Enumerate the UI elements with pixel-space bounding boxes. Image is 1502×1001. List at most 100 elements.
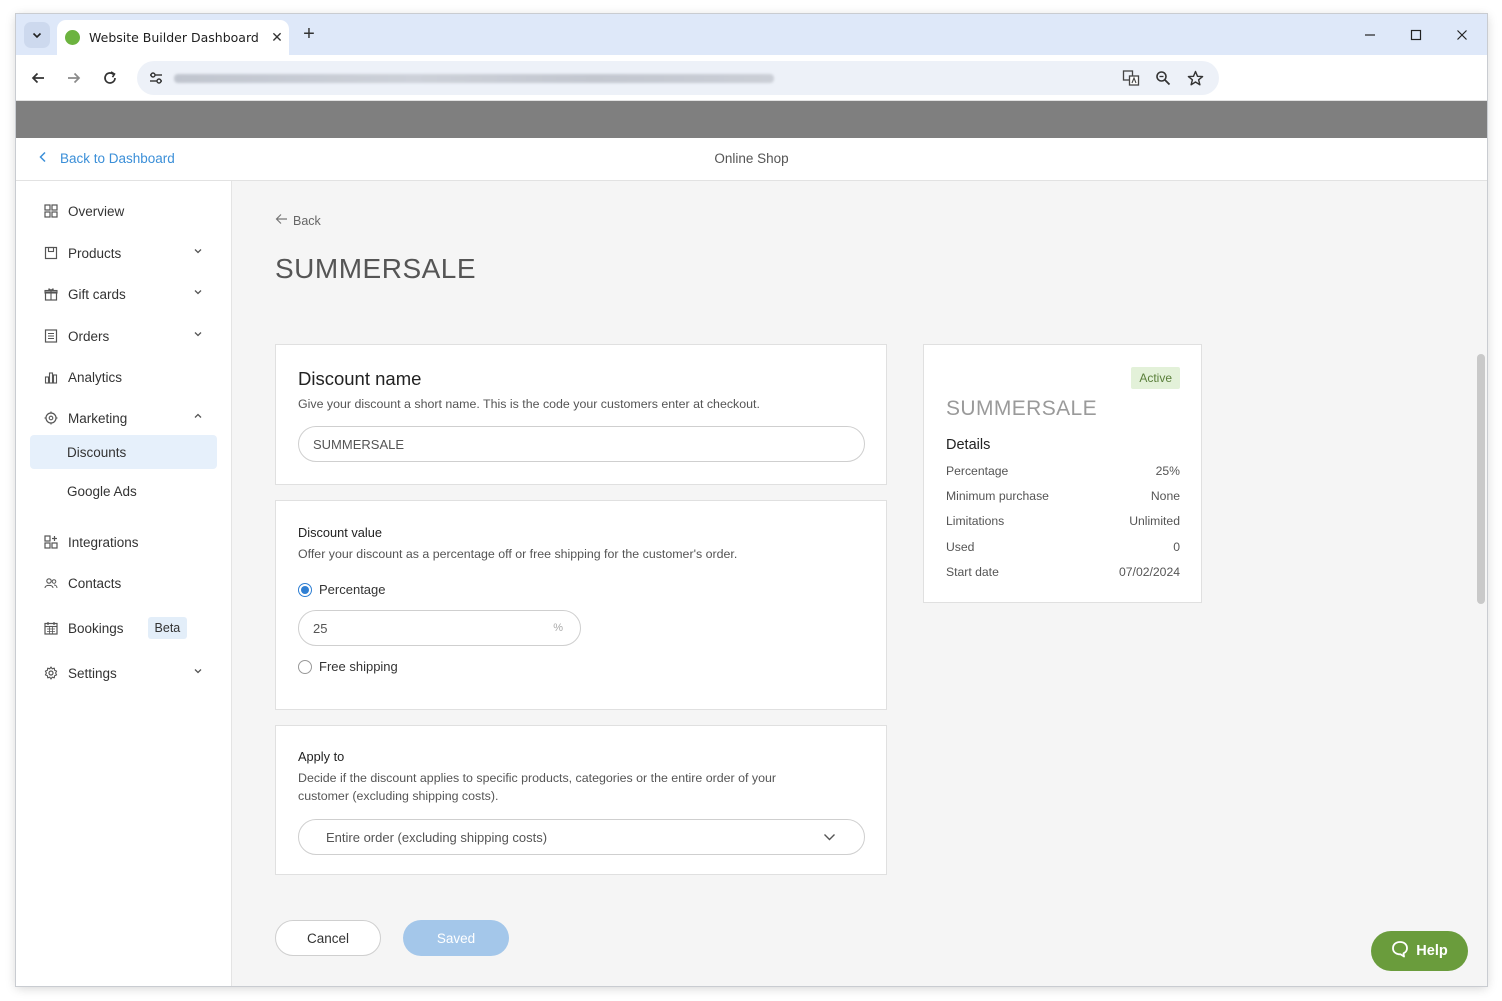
sidebar-item-discounts[interactable]: Discounts bbox=[30, 435, 217, 469]
discount-name-card: Discount name Give your discount a short… bbox=[275, 344, 887, 485]
chevron-down-icon bbox=[193, 666, 203, 679]
free-shipping-radio[interactable]: Free shipping bbox=[298, 659, 398, 674]
tab-close-icon[interactable]: ✕ bbox=[265, 29, 289, 46]
reload-icon bbox=[104, 71, 116, 84]
back-link-label: Back bbox=[293, 213, 321, 228]
summary-row-value: 25% bbox=[1155, 464, 1180, 478]
summary-details-heading: Details bbox=[946, 437, 991, 453]
sidebar-item-marketing[interactable]: Marketing bbox=[30, 401, 217, 435]
sidebar-item-label: Contacts bbox=[68, 575, 122, 591]
plug-icon bbox=[43, 534, 59, 550]
forward-button[interactable] bbox=[60, 64, 88, 92]
summary-row-label: Used bbox=[946, 540, 975, 554]
sidebar-item-label: Gift cards bbox=[68, 286, 126, 302]
status-badge: Active bbox=[1131, 367, 1180, 389]
percentage-radio-label: Percentage bbox=[319, 582, 386, 597]
main-content: Back SUMMERSALE Discount name Give your … bbox=[232, 181, 1487, 986]
shop-title: Online Shop bbox=[714, 151, 789, 166]
sidebar-item-overview[interactable]: Overview bbox=[30, 194, 217, 228]
tab-strip: Website Builder Dashboard ✕ + bbox=[16, 14, 1487, 55]
minimize-icon bbox=[1365, 34, 1375, 36]
summary-row: Percentage 25% bbox=[946, 464, 1180, 478]
help-label: Help bbox=[1416, 943, 1448, 959]
apply-to-description-line2: customer (excluding shipping costs). bbox=[298, 789, 499, 803]
close-window-button[interactable] bbox=[1439, 22, 1485, 48]
radio-unselected-icon bbox=[298, 659, 312, 674]
summary-row-label: Start date bbox=[946, 565, 999, 579]
chart-icon bbox=[43, 369, 59, 385]
summary-row: Used 0 bbox=[946, 540, 1180, 554]
discount-summary-card: Active SUMMERSALE Details Percentage 25%… bbox=[923, 344, 1202, 603]
close-icon bbox=[1457, 30, 1467, 40]
chevron-up-icon bbox=[193, 411, 203, 424]
sidebar-item-bookings[interactable]: Bookings Beta bbox=[30, 611, 217, 645]
sidebar-item-orders[interactable]: Orders bbox=[30, 319, 217, 353]
reload-button[interactable] bbox=[96, 64, 124, 92]
percentage-unit: % bbox=[553, 622, 563, 634]
sidebar-item-label: Orders bbox=[68, 328, 110, 344]
browser-tab[interactable]: Website Builder Dashboard ✕ bbox=[57, 20, 289, 55]
percentage-radio[interactable]: Percentage bbox=[298, 582, 386, 597]
saved-button[interactable]: Saved bbox=[403, 920, 509, 956]
tab-search-button[interactable] bbox=[24, 22, 50, 48]
address-bar[interactable] bbox=[137, 61, 1219, 95]
summary-row-label: Minimum purchase bbox=[946, 489, 1049, 503]
percentage-input[interactable]: 25 % bbox=[298, 610, 581, 646]
discount-name-description: Give your discount a short name. This is… bbox=[298, 397, 760, 411]
app-header: Back to Dashboard Online Shop bbox=[16, 138, 1487, 181]
minimize-button[interactable] bbox=[1347, 22, 1393, 48]
chevron-down-icon bbox=[193, 246, 203, 259]
scrollbar[interactable] bbox=[1473, 181, 1487, 986]
browser-window: Website Builder Dashboard ✕ + Back to Da… bbox=[16, 14, 1487, 986]
arrow-right-icon bbox=[68, 72, 81, 84]
sidebar-item-integrations[interactable]: Integrations bbox=[30, 525, 217, 559]
sidebar-item-settings[interactable]: Settings bbox=[30, 656, 217, 690]
apply-to-card: Apply to Decide if the discount applies … bbox=[275, 725, 887, 875]
apply-to-selected-value: Entire order (excluding shipping costs) bbox=[326, 829, 548, 845]
site-settings-icon[interactable] bbox=[145, 67, 167, 89]
sidebar-item-label: Settings bbox=[68, 665, 117, 681]
cancel-button[interactable]: Cancel bbox=[275, 920, 381, 956]
arrow-left-icon bbox=[31, 72, 44, 84]
apply-to-select[interactable]: Entire order (excluding shipping costs) bbox=[298, 819, 865, 855]
summary-row-label: Percentage bbox=[946, 464, 1009, 478]
sidebar-item-gift-cards[interactable]: Gift cards bbox=[30, 277, 217, 311]
site-favicon-icon bbox=[65, 30, 80, 45]
sidebar-item-label: Discounts bbox=[67, 444, 127, 460]
chat-bubble-icon bbox=[1391, 940, 1409, 962]
box-icon bbox=[43, 245, 59, 261]
discount-value-card: Discount value Offer your discount as a … bbox=[275, 500, 887, 710]
help-button[interactable]: Help bbox=[1371, 931, 1468, 971]
discount-name-input[interactable]: SUMMERSALE bbox=[298, 426, 865, 462]
sidebar-item-google-ads[interactable]: Google Ads bbox=[30, 474, 217, 508]
chevron-down-icon bbox=[193, 287, 203, 300]
summary-row-value: None bbox=[1150, 489, 1180, 503]
gear-icon bbox=[43, 665, 59, 681]
summary-title: SUMMERSALE bbox=[946, 397, 1098, 420]
sidebar-item-label: Google Ads bbox=[67, 483, 137, 499]
sidebar-item-contacts[interactable]: Contacts bbox=[30, 566, 217, 600]
zoom-icon[interactable] bbox=[1153, 68, 1173, 88]
people-icon bbox=[43, 575, 59, 591]
sidebar-item-products[interactable]: Products bbox=[30, 236, 217, 270]
radio-selected-icon bbox=[298, 582, 312, 597]
new-tab-button[interactable]: + bbox=[297, 23, 321, 47]
back-button[interactable] bbox=[24, 64, 52, 92]
maximize-button[interactable] bbox=[1393, 22, 1439, 48]
discount-name-heading: Discount name bbox=[298, 368, 422, 389]
back-link[interactable]: Back bbox=[275, 213, 321, 228]
maximize-icon bbox=[1410, 29, 1422, 41]
sidebar-item-analytics[interactable]: Analytics bbox=[30, 360, 217, 394]
top-banner-bar bbox=[16, 101, 1487, 138]
translate-icon[interactable] bbox=[1121, 68, 1141, 88]
apply-to-heading: Apply to bbox=[298, 749, 345, 764]
summary-row-value: 0 bbox=[1173, 540, 1180, 554]
beta-badge: Beta bbox=[147, 617, 188, 639]
scrollbar-thumb[interactable] bbox=[1477, 354, 1485, 604]
gift-icon bbox=[43, 286, 59, 302]
free-shipping-radio-label: Free shipping bbox=[319, 659, 398, 674]
discount-value-description: Offer your discount as a percentage off … bbox=[298, 547, 738, 561]
chevron-down-icon bbox=[32, 32, 42, 39]
page-title: SUMMERSALE bbox=[275, 253, 477, 284]
bookmark-star-icon[interactable] bbox=[1185, 68, 1205, 88]
